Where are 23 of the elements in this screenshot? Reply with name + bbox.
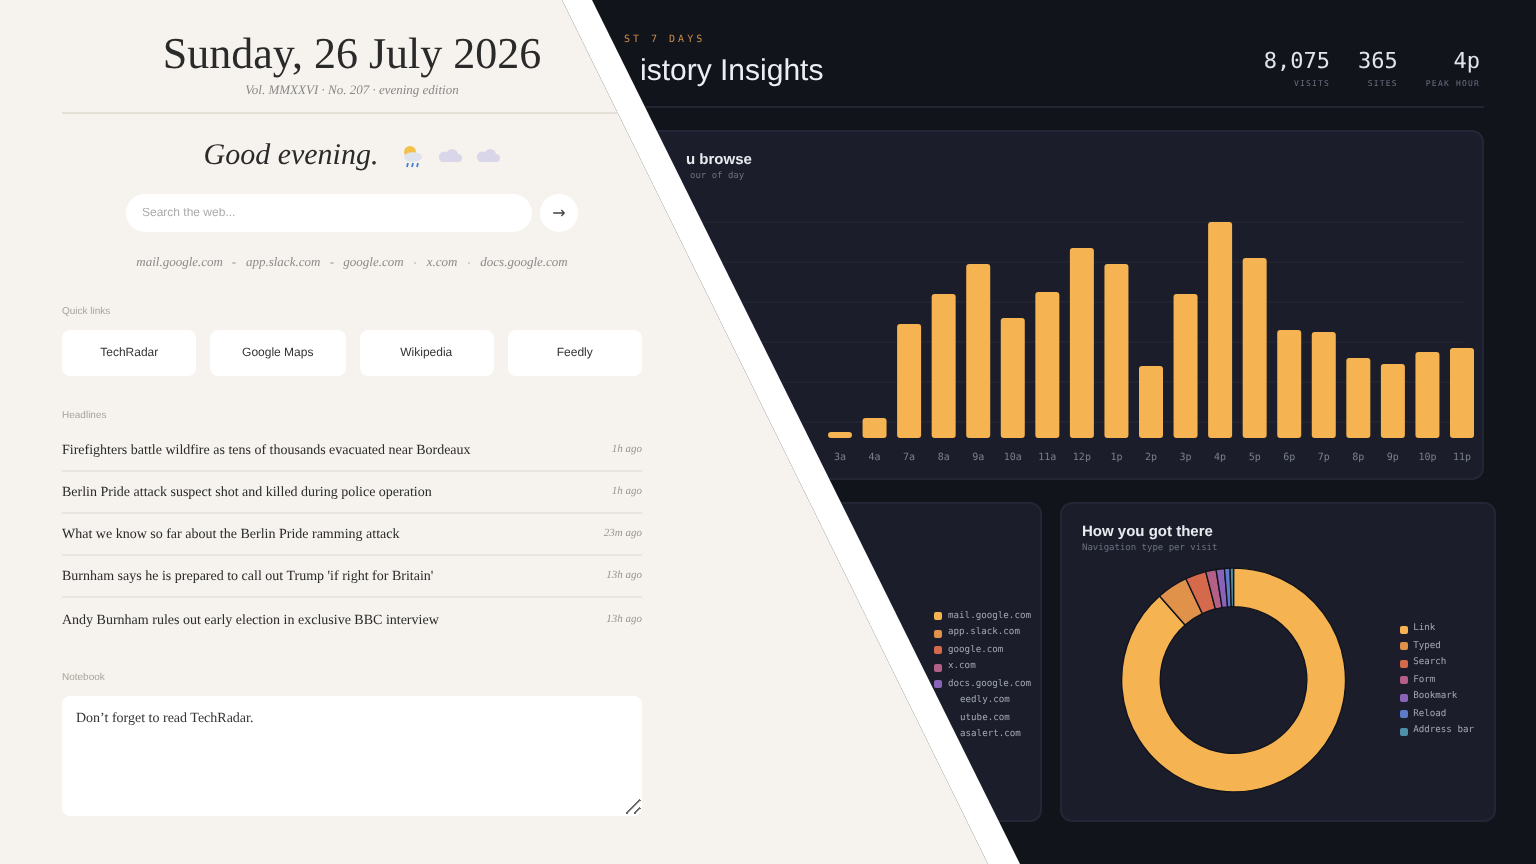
stat-value: 4p xyxy=(1453,48,1480,74)
date-heading: Sunday, 26 July 2026 xyxy=(162,28,542,80)
greeting-text: Good evening. xyxy=(203,139,379,173)
chart-bar xyxy=(862,418,887,438)
chart-bar xyxy=(1380,364,1405,438)
chart-bar xyxy=(1173,294,1198,438)
chart-bar xyxy=(931,294,956,438)
stat-value: 8,075 xyxy=(1263,48,1331,74)
chart-bar xyxy=(1000,318,1025,438)
chart-bar xyxy=(828,432,852,438)
sun-cloud-rain-icon xyxy=(400,144,425,168)
chart-bar xyxy=(1346,358,1371,438)
chart-bar xyxy=(1450,348,1474,438)
cloud-icon xyxy=(476,148,501,164)
chart-bar xyxy=(1139,366,1163,438)
chart-bar xyxy=(897,324,922,438)
chart-bar xyxy=(1311,332,1336,438)
search-button[interactable]: → xyxy=(540,194,578,232)
cloud-icon xyxy=(438,148,463,164)
dashboard-title: istory Insights xyxy=(640,52,824,92)
chart-bar xyxy=(1415,352,1440,438)
stat-value: 365 xyxy=(1358,48,1398,74)
chart-bar xyxy=(1277,330,1302,438)
